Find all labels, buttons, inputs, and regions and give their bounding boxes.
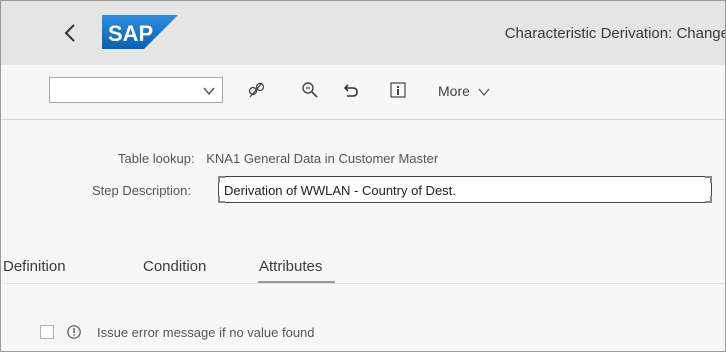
search-button[interactable] (298, 78, 322, 102)
focus-corner (218, 196, 225, 203)
tab-bar-divider (1, 283, 725, 284)
page-title: Characteristic Derivation: Change (504, 25, 726, 42)
focus-corner (218, 176, 225, 183)
sap-logo: SAP (102, 15, 178, 49)
issue-error-checkbox[interactable] (40, 325, 54, 339)
table-lookup-label: Table lookup: (118, 151, 195, 166)
chevron-down-icon (203, 87, 215, 96)
focus-corner (705, 196, 712, 203)
search-icon (302, 82, 318, 98)
table-lookup-row: Table lookup: KNA1 General Data in Custo… (118, 151, 438, 166)
tab-condition[interactable]: Condition (143, 258, 206, 275)
toolbar-combobox[interactable] (49, 77, 223, 103)
more-label: More (438, 83, 470, 99)
info-circle-icon (66, 324, 82, 345)
tab-attributes[interactable]: Attributes (259, 258, 322, 275)
svg-text:SAP: SAP (108, 21, 153, 46)
undo-button[interactable] (339, 78, 363, 102)
glasses-tool-icon (248, 82, 265, 98)
focus-corner (705, 176, 712, 183)
step-description-value: Derivation of WWLAN - Country of Dest. (224, 183, 456, 198)
table-lookup-value: KNA1 General Data in Customer Master (206, 151, 439, 166)
issue-error-label: Issue error message if no value found (97, 325, 315, 340)
more-button[interactable]: More (438, 83, 490, 99)
toolbar: More (1, 65, 725, 120)
chevron-down-icon (478, 88, 490, 97)
chevron-left-icon (64, 24, 75, 42)
undo-icon (343, 84, 358, 97)
back-button[interactable] (59, 21, 83, 45)
app-window: SAP Characteristic Derivation: Change Mo… (0, 0, 726, 352)
step-description-input[interactable]: Derivation of WWLAN - Country of Dest. (218, 176, 712, 203)
info-box-icon (390, 82, 406, 98)
shell-header: SAP Characteristic Derivation: Change (1, 1, 725, 65)
info-button[interactable] (386, 78, 410, 102)
derivation-rules-button[interactable] (244, 78, 268, 102)
step-description-label: Step Description: (92, 183, 191, 198)
tab-definition[interactable]: Definition (3, 258, 66, 275)
